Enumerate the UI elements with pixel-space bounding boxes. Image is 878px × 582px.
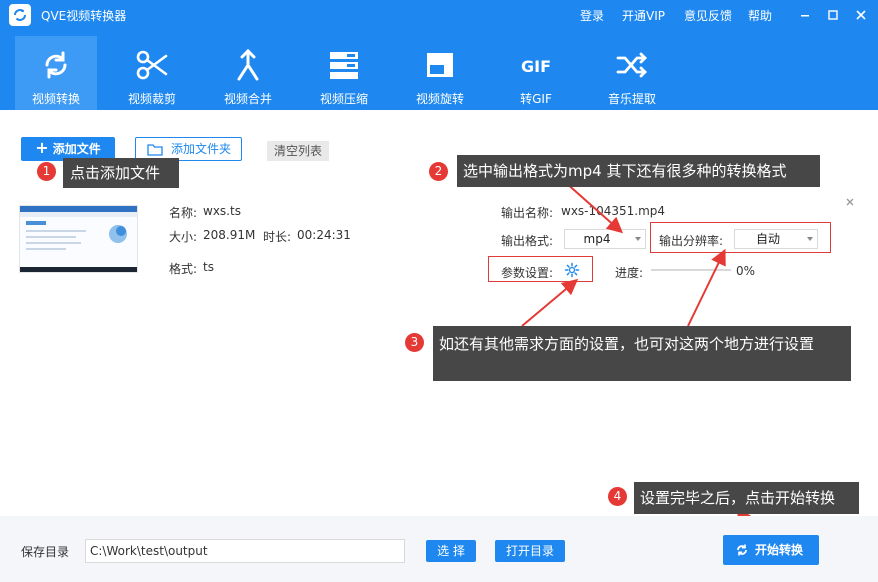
compress-icon xyxy=(330,52,358,79)
output-format-select[interactable]: mp4 xyxy=(564,229,646,249)
file-name: wxs.ts xyxy=(203,204,241,218)
vip-link[interactable]: 开通VIP xyxy=(622,7,665,24)
convert-icon xyxy=(737,544,747,556)
close-icon[interactable] xyxy=(850,4,872,26)
progress-label: 进度: xyxy=(615,266,644,280)
tool-label: 视频压缩 xyxy=(319,92,368,106)
plus-icon: + xyxy=(35,138,49,157)
app-logo-icon xyxy=(9,4,31,26)
output-format-value: mp4 xyxy=(583,232,611,246)
file-format-label: 格式: xyxy=(169,262,198,276)
annotation-badge-2: 2 xyxy=(429,162,448,181)
params-highlight xyxy=(488,256,593,282)
annotation-badge-4: 4 xyxy=(608,487,627,506)
svg-text:GIF: GIF xyxy=(521,57,551,76)
tool-label: 视频裁剪 xyxy=(127,92,176,106)
annotation-callout-2: 选中输出格式为mp4 其下还有很多种的转换格式 xyxy=(457,155,820,187)
tool-video-merge[interactable]: 视频合并 xyxy=(207,36,289,110)
file-name-label: 名称: xyxy=(169,206,198,220)
progress-text: 0% xyxy=(736,264,756,278)
tool-label: 视频转换 xyxy=(31,92,80,106)
annotation-callout-4: 设置完毕之后，点击开始转换 xyxy=(634,482,859,514)
tool-video-compress[interactable]: 视频压缩 xyxy=(303,36,385,110)
add-folder-label: 添加文件夹 xyxy=(171,142,232,156)
app-title: QVE视频转换器 xyxy=(41,9,127,23)
login-link[interactable]: 登录 xyxy=(580,7,604,24)
save-path-input[interactable] xyxy=(85,539,405,563)
choose-button[interactable]: 选 择 xyxy=(426,540,476,562)
folder-icon xyxy=(147,144,163,156)
help-link[interactable]: 帮助 xyxy=(748,7,772,24)
remove-file-icon[interactable] xyxy=(845,197,855,207)
duration-label: 时长: xyxy=(263,230,292,244)
tool-video-rotate[interactable]: 视频旋转 xyxy=(399,36,481,110)
gif-icon: GIF xyxy=(521,57,551,76)
tool-label: 音乐提取 xyxy=(607,92,656,106)
video-thumbnail xyxy=(19,205,138,273)
start-convert-label: 开始转换 xyxy=(755,543,804,557)
output-name: wxs-104351.mp4 xyxy=(561,204,666,218)
annotation-badge-1: 1 xyxy=(37,162,56,181)
tool-label: 视频旋转 xyxy=(415,92,464,106)
feedback-link[interactable]: 意见反馈 xyxy=(684,7,732,24)
resolution-highlight xyxy=(650,222,831,253)
output-format-label: 输出格式: xyxy=(501,234,554,248)
merge-icon xyxy=(237,48,259,81)
tool-music-extract[interactable]: 音乐提取 xyxy=(591,36,673,110)
chevron-down-icon xyxy=(635,237,641,241)
add-file-label: 添加文件 xyxy=(52,142,101,156)
title-bar: QVE视频转换器 登录 开通VIP 意见反馈 帮助 xyxy=(0,0,878,30)
output-name-label: 输出名称: xyxy=(501,206,554,220)
file-size-label: 大小: xyxy=(169,230,198,244)
maximize-icon[interactable] xyxy=(822,4,844,26)
shuffle-icon xyxy=(616,52,647,78)
progress-bar xyxy=(651,269,731,271)
minimize-icon[interactable] xyxy=(794,4,816,26)
open-dir-button[interactable]: 打开目录 xyxy=(495,540,565,562)
annotation-badge-3: 3 xyxy=(405,333,424,352)
scissors-icon xyxy=(136,50,168,80)
save-dir-label: 保存目录 xyxy=(21,545,70,559)
annotation-callout-3: 如还有其他需求方面的设置，也可对这两个地方进行设置 xyxy=(433,326,851,381)
tool-label: 视频合并 xyxy=(223,92,272,106)
file-size: 208.91M xyxy=(203,228,256,242)
file-duration: 00:24:31 xyxy=(297,228,351,242)
tool-video-crop[interactable]: 视频裁剪 xyxy=(111,36,193,110)
annotation-callout-1: 点击添加文件 xyxy=(63,158,179,188)
tool-video-convert[interactable]: 视频转换 xyxy=(15,36,97,110)
start-convert-button[interactable]: 开始转换 xyxy=(723,535,819,565)
convert-icon xyxy=(45,51,67,79)
tool-label: 转GIF xyxy=(520,92,552,106)
file-format: ts xyxy=(203,260,214,274)
tool-to-gif[interactable]: GIF 转GIF xyxy=(495,36,577,110)
main-toolbar: 视频转换 视频裁剪 视频合并 视频压缩 视频旋转 GIF 转GIF 音乐提取 xyxy=(0,30,878,110)
clear-list-button[interactable]: 清空列表 xyxy=(267,141,329,161)
rotate-icon xyxy=(427,53,453,77)
